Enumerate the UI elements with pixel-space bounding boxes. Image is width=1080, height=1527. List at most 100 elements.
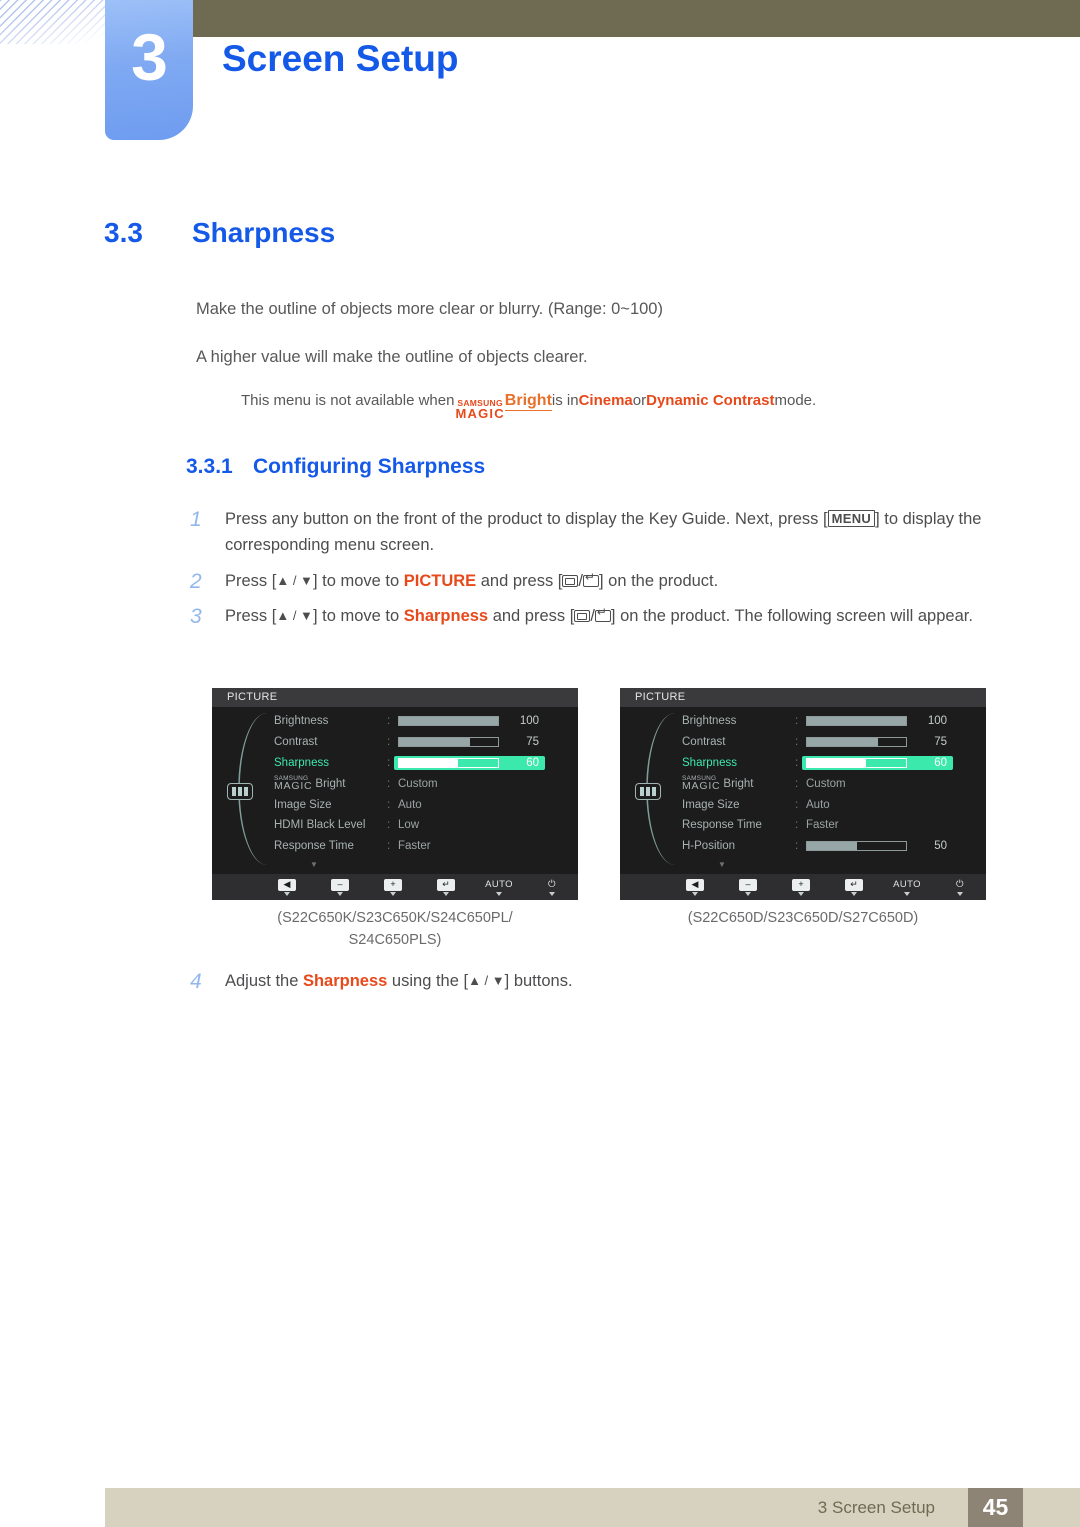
plus-icon: +	[792, 878, 810, 891]
osd-slider-value: 60	[526, 756, 539, 769]
osd-slider-track[interactable]	[806, 737, 907, 748]
osd-right-scroll-down-icon: ▼	[718, 860, 726, 869]
intro-paragraph-1: Make the outline of objects more clear o…	[196, 300, 663, 318]
step-2-part-3: and press [	[476, 572, 563, 590]
osd-left-title: PICTURE	[212, 688, 578, 707]
caret-down-icon	[745, 891, 751, 896]
step-4: 4 Adjust the Sharpness using the [▲ / ▼]…	[190, 968, 1010, 996]
osd-row[interactable]: Contrast: 75	[274, 732, 574, 753]
osd-slider[interactable]: 75	[398, 736, 539, 748]
back-icon: ◀	[686, 878, 704, 891]
subsection-heading: 3.3.1 Configuring Sharpness	[186, 455, 485, 479]
osd-row[interactable]: Image Size: Auto	[682, 794, 982, 815]
back-icon: ◀	[278, 878, 296, 891]
osd-slider[interactable]: 75	[806, 736, 947, 748]
step-2-highlight: PICTURE	[403, 572, 477, 590]
osd-slider-track[interactable]	[398, 757, 499, 768]
caret-down-icon	[496, 891, 502, 896]
osd-slider[interactable]: 60	[394, 755, 545, 770]
osd-back-button[interactable]: ◀	[681, 878, 709, 896]
section-title: Sharpness	[192, 217, 336, 248]
osd-enter-button[interactable]: ↵	[840, 878, 868, 896]
osd-auto-button[interactable]: AUTO	[893, 879, 921, 896]
osd-row-label: Brightness	[274, 715, 329, 728]
picture-category-icon	[635, 783, 661, 800]
osd-minus-button[interactable]: –	[734, 878, 762, 896]
chapter-number: 3	[131, 20, 168, 94]
osd-row-separator: :	[387, 715, 391, 728]
osd-row-separator: :	[795, 715, 799, 728]
osd-row-label: H-Position	[682, 840, 736, 853]
osd-slider-fill	[807, 738, 879, 747]
step-4-number: 4	[190, 970, 202, 993]
osd-right-title: PICTURE	[620, 688, 986, 707]
osd-slider-track[interactable]	[398, 716, 499, 727]
osd-minus-button[interactable]: –	[326, 878, 354, 896]
osd-row[interactable]: Brightness: 100	[274, 711, 574, 732]
intro-paragraph-2: A higher value will make the outline of …	[196, 348, 588, 366]
osd-row[interactable]: Sharpness:60	[682, 753, 982, 774]
osd-row-value: Auto	[806, 798, 830, 811]
osd-row[interactable]: Response Time: Faster	[274, 836, 574, 857]
osd-plus-button[interactable]: +	[787, 878, 815, 896]
minus-icon: –	[331, 878, 349, 891]
enter-key-icon	[594, 606, 611, 622]
osd-left-caption: (S22C650K/S23C650K/S24C650PL/S24C650PLS)	[277, 910, 513, 948]
auto-label: AUTO	[485, 879, 513, 890]
osd-row[interactable]: Sharpness:60	[274, 753, 574, 774]
osd-row[interactable]: Image Size: Auto	[274, 794, 574, 815]
osd-left-scroll-down-icon: ▼	[310, 860, 318, 869]
osd-row[interactable]: HDMI Black Level: Low	[274, 815, 574, 836]
osd-enter-button[interactable]: ↵	[432, 878, 460, 896]
step-3-highlight: Sharpness	[403, 607, 489, 625]
osd-auto-button[interactable]: AUTO	[485, 879, 513, 896]
osd-row[interactable]: H-Position: 50	[682, 836, 982, 857]
menu-key: MENU	[827, 510, 876, 527]
availability-note: This menu is not available when SAMSUNG …	[241, 392, 816, 420]
osd-power-button[interactable]: ⏻	[946, 879, 974, 896]
caret-down-icon	[549, 891, 555, 896]
osd-slider[interactable]: 100	[398, 715, 539, 727]
osd-row[interactable]: SAMSUNG MAGIC Bright: Custom	[274, 773, 574, 794]
step-3-text: Press [▲ / ▼] to move to Sharpness and p…	[225, 603, 973, 629]
osd-slider[interactable]: 100	[806, 715, 947, 727]
osd-slider-track[interactable]	[806, 716, 907, 727]
subsection-number: 3.3.1	[186, 455, 233, 478]
osd-slider[interactable]: 50	[806, 840, 947, 852]
osd-row-label: HDMI Black Level	[274, 819, 366, 832]
osd-slider-value: 60	[934, 756, 947, 769]
osd-screenshot-right: PICTURE Brightness: 100 Contrast: 75 Sharpne…	[620, 688, 986, 900]
osd-row[interactable]: Brightness: 100	[682, 711, 982, 732]
osd-row-value: Custom	[398, 777, 438, 790]
osd-row-value: Low	[398, 819, 420, 832]
step-3: 3 Press [▲ / ▼] to move to Sharpness and…	[190, 603, 1010, 631]
osd-right-rows: Brightness:100 Contrast:75 Sharpness:60 SAM…	[682, 711, 982, 857]
header-olive-bar	[192, 0, 1080, 37]
osd-slider-track[interactable]	[806, 841, 907, 852]
osd-power-button[interactable]: ⏻	[538, 879, 566, 896]
osd-plus-button[interactable]: +	[379, 878, 407, 896]
osd-slider-value: 75	[526, 736, 539, 749]
caret-down-icon	[957, 891, 963, 896]
step-1-number: 1	[190, 508, 202, 531]
osd-row[interactable]: Contrast: 75	[682, 732, 982, 753]
osd-slider[interactable]: 60	[802, 755, 953, 770]
osd-row-separator: :	[387, 798, 391, 811]
osd-row-separator: :	[795, 798, 799, 811]
up-down-arrow-icon: ▲ / ▼	[468, 973, 505, 988]
osd-row-separator: :	[795, 777, 799, 790]
osd-row-separator: :	[387, 840, 391, 853]
osd-back-button[interactable]: ◀	[273, 878, 301, 896]
step-4-part-1: Adjust the	[225, 972, 303, 990]
step-2-text: Press [▲ / ▼] to move to PICTURE and pre…	[225, 568, 718, 594]
osd-slider-track[interactable]	[806, 757, 907, 768]
picture-category-icon	[227, 783, 253, 800]
osd-row-label: Contrast	[274, 736, 318, 749]
enter-key-icon	[582, 571, 599, 587]
osd-slider-track[interactable]	[398, 737, 499, 748]
osd-slider-value: 75	[934, 736, 947, 749]
osd-row[interactable]: Response Time: Faster	[682, 815, 982, 836]
step-2: 2 Press [▲ / ▼] to move to PICTURE and p…	[190, 568, 1010, 596]
osd-row[interactable]: SAMSUNG MAGIC Bright: Custom	[682, 773, 982, 794]
up-down-arrow-icon: ▲ / ▼	[276, 573, 313, 588]
